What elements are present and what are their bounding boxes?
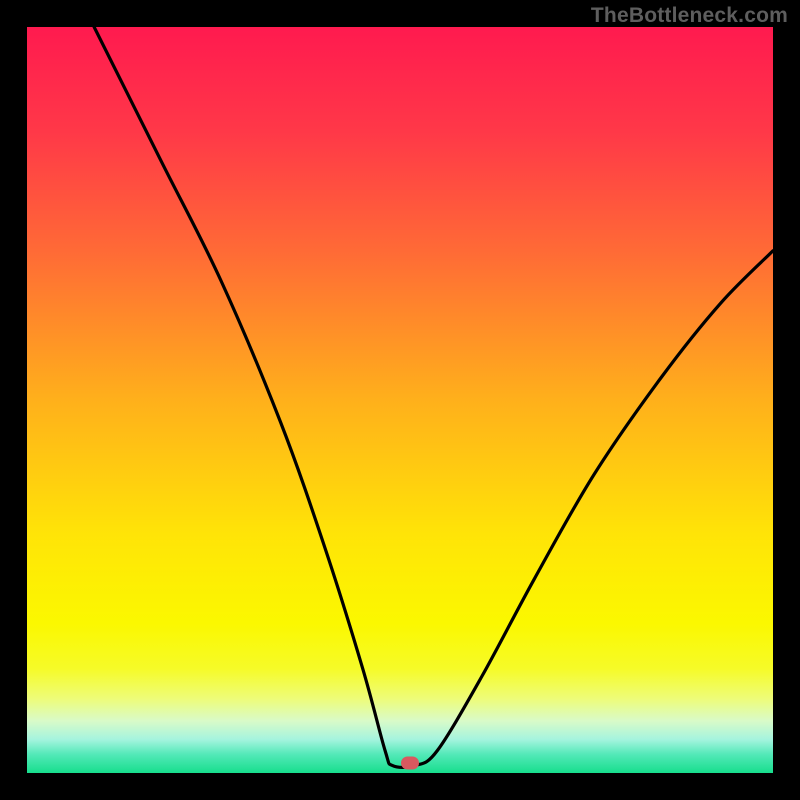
- plot-area: [27, 27, 773, 773]
- optimal-point-marker: [401, 757, 419, 770]
- chart-frame: TheBottleneck.com: [0, 0, 800, 800]
- bottleneck-curve: [27, 27, 773, 773]
- watermark-text: TheBottleneck.com: [591, 4, 788, 28]
